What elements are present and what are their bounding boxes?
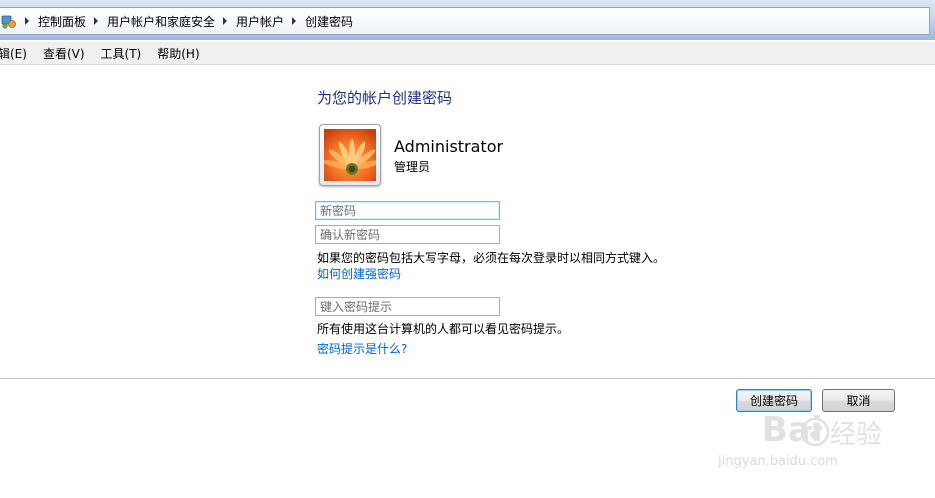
divider (0, 378, 935, 379)
breadcrumb-item-control-panel[interactable]: 控制面板 (17, 13, 86, 30)
breadcrumb-item-user-accounts-family-safety[interactable]: 用户帐户和家庭安全 (86, 13, 215, 30)
chevron-right-icon[interactable] (94, 17, 99, 25)
create-password-button[interactable]: 创建密码 (736, 389, 812, 412)
menu-edit[interactable]: 辑(E) (0, 45, 27, 62)
password-hint-help-link[interactable]: 密码提示是什么? (317, 340, 407, 357)
baidu-watermark: Bai 经验 jingyan.baidu.com (718, 410, 888, 485)
avatar (319, 124, 381, 186)
menu-view[interactable]: 查看(V) (43, 45, 85, 62)
chevron-right-icon[interactable] (292, 17, 297, 25)
password-hint-field[interactable] (315, 297, 500, 316)
breadcrumb-label[interactable]: 用户帐户和家庭安全 (107, 13, 215, 30)
page-title: 为您的帐户创建密码 (317, 89, 453, 107)
address-bar: 控制面板 用户帐户和家庭安全 用户帐户 创建密码 (0, 0, 935, 40)
confirm-password-field[interactable] (315, 225, 500, 244)
chevron-right-icon[interactable] (25, 17, 29, 25)
breadcrumb[interactable]: 控制面板 用户帐户和家庭安全 用户帐户 创建密码 (0, 7, 930, 35)
paw-icon (801, 418, 829, 446)
control-panel-icon[interactable] (1, 13, 17, 29)
case-sensitivity-note: 如果您的密码包括大写字母，必须在每次登录时以相同方式键入。 (317, 251, 666, 265)
user-role: 管理员 (394, 160, 431, 174)
menu-help[interactable]: 帮助(H) (157, 45, 199, 62)
strong-password-link[interactable]: 如何创建强密码 (317, 265, 401, 282)
watermark-url: jingyan.baidu.com (718, 454, 838, 469)
breadcrumb-label[interactable]: 创建密码 (305, 13, 353, 30)
hint-visibility-note: 所有使用这台计算机的人都可以看见密码提示。 (317, 322, 570, 336)
breadcrumb-item-user-accounts[interactable]: 用户帐户 (215, 13, 284, 30)
user-name: Administrator (394, 137, 504, 156)
menu-tools[interactable]: 工具(T) (101, 45, 142, 62)
cancel-button[interactable]: 取消 (822, 389, 895, 412)
chevron-right-icon[interactable] (223, 17, 228, 25)
new-password-field[interactable] (315, 201, 500, 220)
watermark-brand-right: 经验 (830, 420, 883, 450)
breadcrumb-item-create-password[interactable]: 创建密码 (284, 13, 353, 30)
menu-bar: 辑(E) 查看(V) 工具(T) 帮助(H) (0, 42, 935, 65)
breadcrumb-label[interactable]: 用户帐户 (236, 13, 284, 30)
flower-avatar-icon (324, 129, 376, 181)
breadcrumb-label[interactable]: 控制面板 (38, 13, 86, 30)
